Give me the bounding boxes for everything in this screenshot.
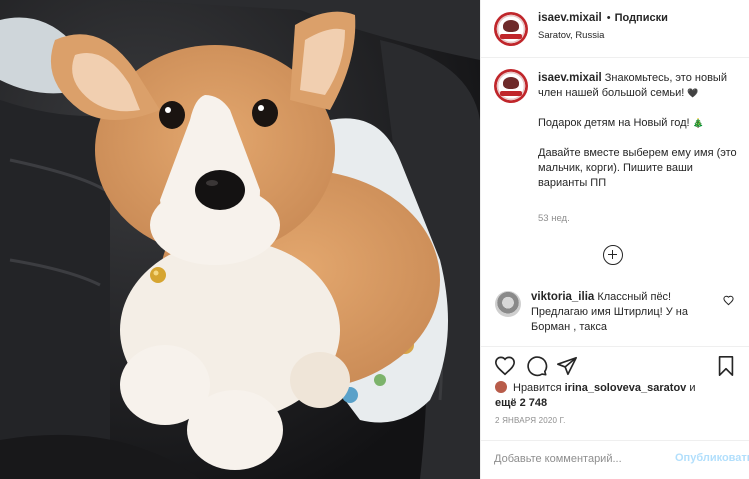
caption-avatar[interactable] xyxy=(494,69,528,103)
corgi-puppy-photo xyxy=(0,0,480,479)
caption-paragraph-2: Подарок детям на Новый год! 🎄 xyxy=(538,116,743,131)
comment-username[interactable]: viktoria_ilia xyxy=(531,291,594,303)
caption-text-3: Давайте вместе выберем ему имя (это маль… xyxy=(538,147,737,189)
comments-area[interactable]: isaev.mixail Знакомьтесь, это новый член … xyxy=(481,58,749,346)
liker-username[interactable]: irina_solovevа_saratov xyxy=(565,382,687,394)
caption-username[interactable]: isaev.mixail xyxy=(538,72,602,84)
caption-text-2: Подарок детям на Новый год! xyxy=(538,117,690,129)
post-side-panel: isaev.mixail • Подписки Saratov, Russia is… xyxy=(480,0,749,479)
post-date: 2 ЯНВАРЯ 2020 Г. xyxy=(495,416,566,425)
comment-icon[interactable] xyxy=(526,355,548,377)
caption-time: 53 нед. xyxy=(538,213,570,224)
likes-and: и xyxy=(689,382,696,394)
caption-paragraph-3: Давайте вместе выберем ему имя (это маль… xyxy=(538,146,743,191)
likes-count[interactable]: ещё 2 748 xyxy=(495,397,547,409)
commenter-avatar[interactable] xyxy=(495,291,521,317)
heart-emoji-icon: 🖤 xyxy=(687,88,699,98)
likes-summary: Нравится irina_solovevа_saratov и ещё 2 … xyxy=(495,381,740,411)
caption-paragraph-1: isaev.mixail Знакомьтесь, это новый член … xyxy=(538,71,743,101)
tree-emoji-icon: 🎄 xyxy=(692,118,704,128)
comment-input[interactable] xyxy=(494,450,664,468)
heart-icon[interactable] xyxy=(494,355,516,377)
post-caption: isaev.mixail Знакомьтесь, это новый член … xyxy=(538,71,743,206)
author-avatar[interactable] xyxy=(494,12,528,46)
instagram-post: isaev.mixail • Подписки Saratov, Russia is… xyxy=(0,0,749,479)
load-more-comments-icon[interactable] xyxy=(603,245,623,265)
post-location[interactable]: Saratov, Russia xyxy=(538,30,604,41)
following-button[interactable]: Подписки xyxy=(615,12,668,24)
separator-dot: • xyxy=(606,12,611,24)
liker-avatar[interactable] xyxy=(495,381,507,393)
add-comment-bar: Опубликовать xyxy=(481,440,749,479)
author-username[interactable]: isaev.mixail xyxy=(538,12,602,24)
publish-button[interactable]: Опубликовать xyxy=(675,452,749,464)
likes-prefix: Нравится xyxy=(513,382,562,394)
bookmark-icon[interactable] xyxy=(715,355,737,377)
comment-like-heart-icon[interactable] xyxy=(723,295,734,306)
post-header: isaev.mixail • Подписки Saratov, Russia xyxy=(481,0,749,58)
comment: viktoria_ilia Классный пёс! Предлагаю им… xyxy=(531,290,711,335)
post-photo[interactable] xyxy=(0,0,480,479)
paper-plane-icon[interactable] xyxy=(556,355,578,377)
author-line: isaev.mixail • Подписки xyxy=(538,12,668,24)
